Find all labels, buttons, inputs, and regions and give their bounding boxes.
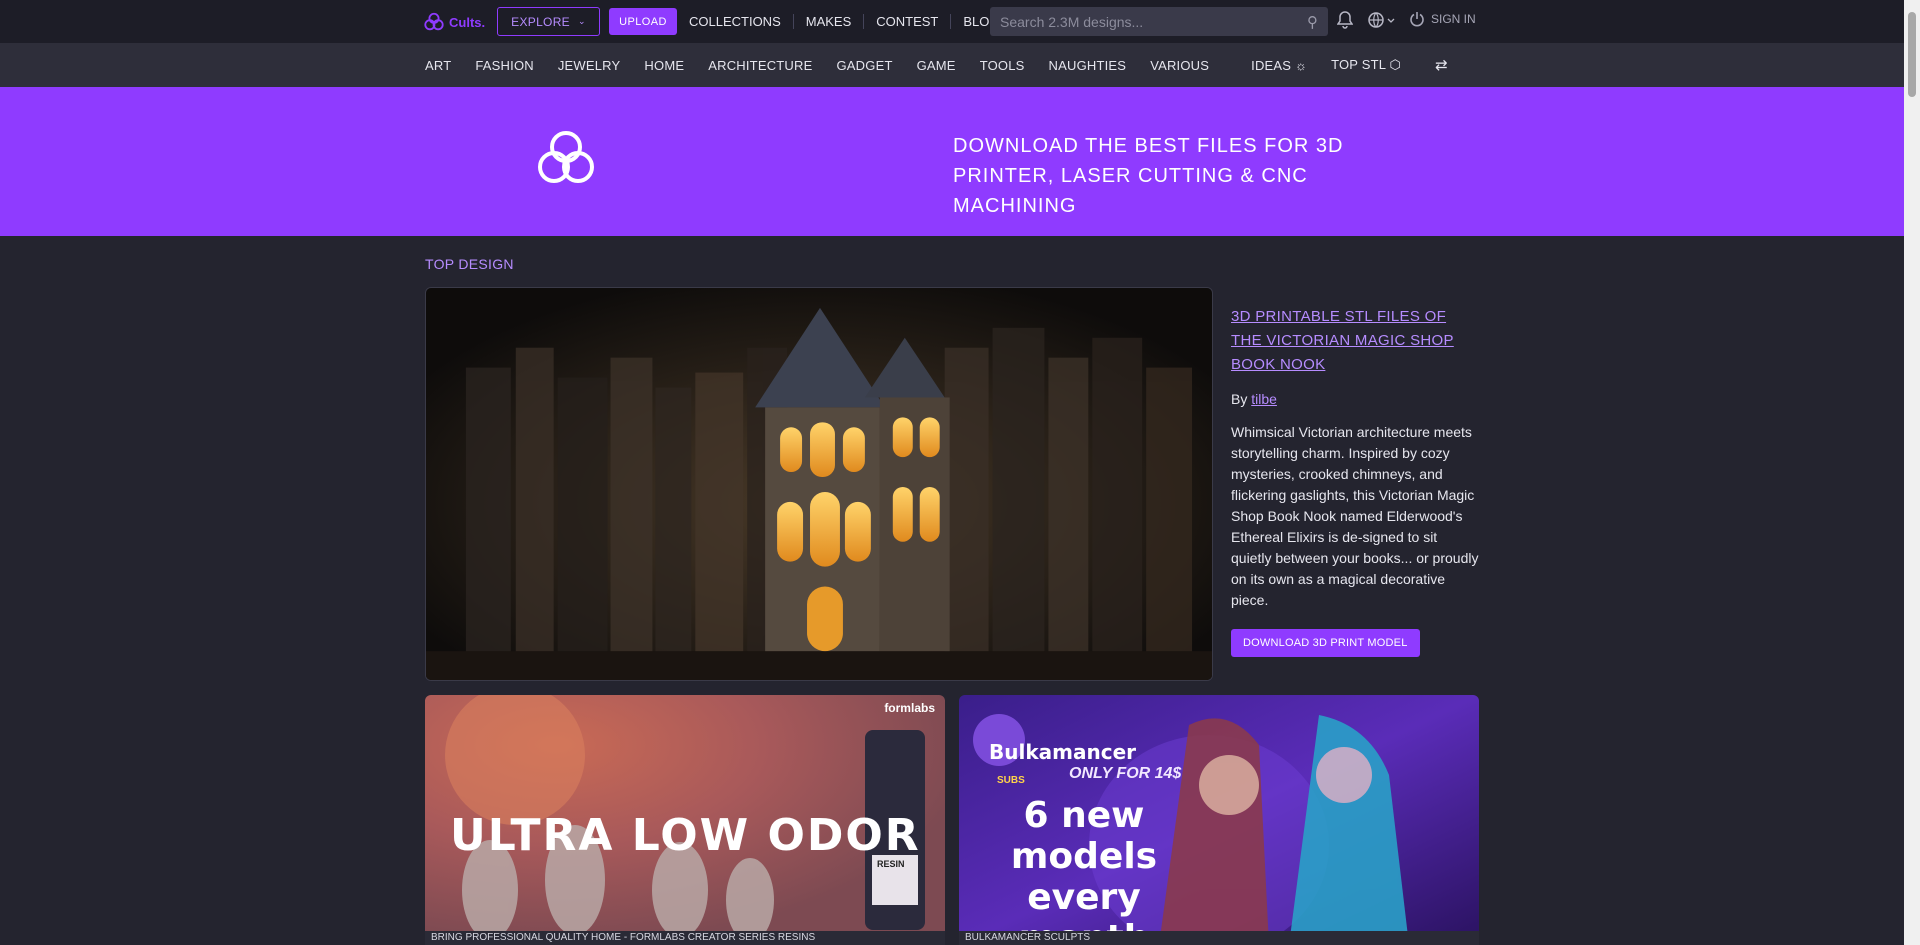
category-jewelry[interactable]: JEWELRY (558, 58, 621, 73)
category-game[interactable]: GAME (917, 58, 956, 73)
top-design-description: Whimsical Victorian architecture meets s… (1231, 424, 1479, 608)
top-design-details: 3D PRINTABLE STL FILES OF THE VICTORIAN … (1231, 305, 1481, 657)
nav-contest[interactable]: CONTEST (863, 14, 950, 29)
bulkamancer-brand: Bulkamancer (989, 740, 1136, 764)
formlabs-brand: formlabs (884, 701, 935, 715)
top-bar: Cults. EXPLORE ⌄ UPLOAD COLLECTIONS MAKE… (0, 0, 1904, 43)
bell-icon[interactable] (1336, 11, 1354, 34)
category-nav: ART FASHION JEWELRY HOME ARCHITECTURE GA… (425, 43, 1472, 87)
bulkamancer-headline: 6 new models every month (989, 795, 1179, 945)
category-gadget[interactable]: GADGET (836, 58, 892, 73)
top-design-byline: By tilbe (1231, 391, 1481, 407)
ad-bulkamancer[interactable]: Bulkamancer ONLY FOR 14$ SUBS 6 new mode… (959, 695, 1479, 945)
category-bar: ART FASHION JEWELRY HOME ARCHITECTURE GA… (0, 43, 1904, 87)
category-architecture[interactable]: ARCHITECTURE (708, 58, 812, 73)
search-icon[interactable]: ⚲ (1307, 13, 1318, 31)
hero-line-2: PRINTER, LASER CUTTING & CNC MACHINING (953, 165, 1308, 217)
top-design-image[interactable] (425, 287, 1213, 681)
top-design-title-link[interactable]: 3D PRINTABLE STL FILES OF THE VICTORIAN … (1231, 305, 1481, 377)
formlabs-caption: BRING PROFESSIONAL QUALITY HOME - FORMLA… (425, 931, 945, 945)
category-naughties[interactable]: NAUGHTIES (1049, 58, 1127, 73)
by-label: By (1231, 391, 1248, 407)
resin-label: RESIN (877, 859, 905, 869)
explore-label: EXPLORE (511, 14, 570, 29)
shuffle-icon[interactable]: ⇄ (1435, 56, 1448, 74)
upload-button[interactable]: UPLOAD (609, 8, 677, 35)
chevron-down-icon: ⌄ (577, 16, 586, 26)
headline-line-3: every (1027, 877, 1141, 918)
cube-icon: ⬡ (1389, 57, 1402, 72)
scrollbar-thumb[interactable] (1908, 12, 1916, 97)
category-tools[interactable]: TOOLS (980, 58, 1025, 73)
category-fashion[interactable]: FASHION (475, 58, 533, 73)
globe-icon[interactable] (1368, 11, 1396, 34)
ad-formlabs[interactable]: formlabs ULTRA LOW ODOR RESIN BRING PROF… (425, 695, 945, 945)
search-box: ⚲ (990, 7, 1328, 36)
author-link[interactable]: tilbe (1251, 391, 1277, 407)
sign-in-link[interactable]: SIGN IN (1409, 11, 1476, 27)
hero-line-1: DOWNLOAD THE BEST FILES FOR 3D (953, 135, 1344, 157)
power-icon (1410, 12, 1424, 27)
top-nav: COLLECTIONS MAKES CONTEST BLOG (689, 0, 1012, 43)
download-3d-model-button[interactable]: DOWNLOAD 3D PRINT MODEL (1231, 629, 1420, 657)
category-home[interactable]: HOME (644, 58, 684, 73)
formlabs-headline: ULTRA LOW ODOR (450, 810, 921, 861)
explore-button[interactable]: EXPLORE ⌄ (497, 7, 600, 36)
headline-line-2: models (1010, 836, 1158, 877)
category-ideas[interactable]: IDEAS ☼ (1251, 58, 1307, 73)
cults-logo[interactable]: Cults. (423, 11, 485, 33)
logo-text: Cults. (449, 14, 486, 30)
hero-banner: DOWNLOAD THE BEST FILES FOR 3D PRINTER, … (0, 87, 1904, 236)
bulkamancer-subs: SUBS (997, 775, 1025, 786)
category-various[interactable]: VARIOUS (1150, 58, 1209, 73)
bulkamancer-caption: BULKAMANCER SCULPTS (959, 931, 1479, 945)
top-stl-label: TOP STL (1331, 57, 1386, 72)
category-top-stl[interactable]: TOP STL ⬡ (1331, 57, 1401, 73)
book-nook-illustration (426, 288, 1212, 680)
cults-logo-icon (424, 12, 444, 31)
cults-hero-logo-icon (538, 131, 594, 183)
category-art[interactable]: ART (425, 58, 451, 73)
hero-tagline: DOWNLOAD THE BEST FILES FOR 3D PRINTER, … (953, 131, 1433, 221)
search-input[interactable] (1000, 13, 1307, 30)
nav-makes[interactable]: MAKES (792, 14, 864, 29)
headline-line-1: 6 new (1023, 795, 1145, 836)
bulkamancer-price-badge: ONLY FOR 14$ (1069, 765, 1182, 782)
lightbulb-icon: ☼ (1294, 57, 1308, 73)
ideas-label: IDEAS (1251, 57, 1292, 73)
page-scrollbar[interactable] (1904, 0, 1920, 945)
sign-in-label: SIGN IN (1431, 12, 1476, 26)
nav-collections[interactable]: COLLECTIONS (689, 14, 793, 29)
section-title-top-design: TOP DESIGN (425, 256, 514, 272)
